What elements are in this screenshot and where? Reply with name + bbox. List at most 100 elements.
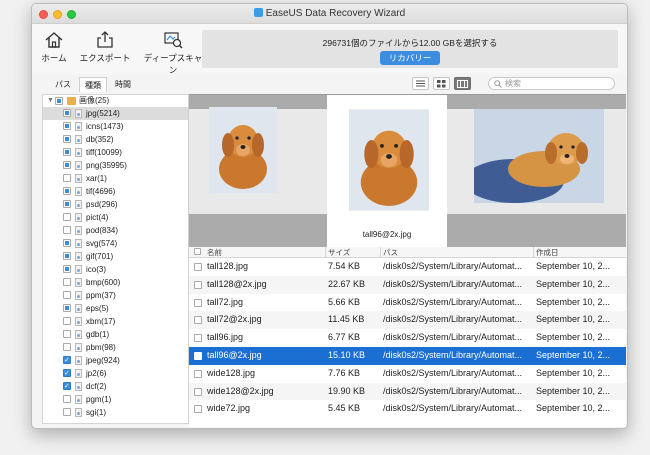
recover-button[interactable]: リカバリー bbox=[380, 51, 440, 65]
filmstrip-view-button[interactable] bbox=[454, 77, 471, 90]
table-row[interactable]: tall72.jpg 5.66 KB/disk0s2/System/Library… bbox=[189, 294, 626, 312]
file-type-tree: ▼ 画像(25) jpg(5214) icns(1473) db(352) tiff(… bbox=[42, 94, 189, 424]
column-header-path[interactable]: パス bbox=[383, 247, 533, 258]
row-checkbox[interactable] bbox=[194, 387, 202, 396]
table-row[interactable]: tall72@2x.jpg 11.45 KB/disk0s2/System/Lib… bbox=[189, 311, 626, 330]
list-view-button[interactable] bbox=[412, 77, 429, 90]
tree-item[interactable]: tiff(10099) bbox=[43, 146, 188, 159]
tree-item-checkbox[interactable] bbox=[63, 226, 71, 234]
tree-item[interactable]: sgi(1) bbox=[43, 406, 188, 419]
tree-item-label: jpeg(924) bbox=[86, 356, 120, 365]
tab-type[interactable]: 種類 bbox=[79, 77, 107, 92]
home-button[interactable]: ホーム bbox=[38, 30, 70, 64]
image-file-icon bbox=[75, 161, 82, 170]
tree-item[interactable]: gif(701) bbox=[43, 250, 188, 263]
table-row[interactable]: wide128.jpg 7.76 KB/disk0s2/System/Librar… bbox=[189, 365, 626, 383]
tree-item[interactable]: eps(5) bbox=[43, 302, 188, 315]
deep-scan-button[interactable]: ディープスキャン bbox=[140, 30, 206, 76]
tree-item-label: dcf(2) bbox=[86, 382, 107, 391]
tree-item-checkbox[interactable] bbox=[63, 354, 71, 367]
tree-item[interactable]: pbm(98) bbox=[43, 341, 188, 354]
row-checkbox[interactable] bbox=[194, 405, 202, 414]
tree-item[interactable]: ppm(37) bbox=[43, 289, 188, 302]
tree-item-checkbox[interactable] bbox=[63, 161, 71, 169]
tree-item-checkbox[interactable] bbox=[63, 380, 71, 393]
export-button[interactable]: エクスポート bbox=[78, 30, 132, 64]
table-row[interactable]: wide128@2x.jpg 19.90 KB/disk0s2/System/Li… bbox=[189, 382, 626, 401]
export-label: エクスポート bbox=[79, 53, 131, 63]
tree-item-label: pgm(1) bbox=[86, 395, 112, 404]
tree-item[interactable]: ico(3) bbox=[43, 263, 188, 276]
row-checkbox[interactable] bbox=[194, 351, 202, 360]
tree-item[interactable]: tif(4696) bbox=[43, 185, 188, 198]
tree-item[interactable]: xbm(17) bbox=[43, 315, 188, 328]
thumbnail-tall128[interactable] bbox=[209, 107, 277, 193]
tree-item[interactable]: bmp(600) bbox=[43, 276, 188, 289]
tab-time[interactable]: 時間 bbox=[110, 77, 136, 92]
tree-item-checkbox[interactable] bbox=[63, 367, 71, 380]
table-row[interactable]: tall128@2x.jpg 22.67 KB/disk0s2/System/Li… bbox=[189, 275, 626, 294]
tree-item[interactable]: psd(296) bbox=[43, 198, 188, 211]
column-header-size[interactable]: サイズ bbox=[328, 247, 380, 258]
tree-item-checkbox[interactable] bbox=[63, 291, 71, 299]
tree-item-checkbox[interactable] bbox=[63, 278, 71, 286]
row-checkbox[interactable] bbox=[194, 263, 202, 271]
column-header-created[interactable]: 作成日 bbox=[536, 247, 624, 258]
table-row[interactable]: tall128.jpg 7.54 KB/disk0s2/System/Librar… bbox=[189, 258, 626, 276]
tree-item-checkbox[interactable] bbox=[63, 304, 71, 312]
tree-item[interactable]: dcf(2) bbox=[43, 380, 188, 393]
tree-item-checkbox[interactable] bbox=[63, 122, 71, 130]
tree-item-checkbox[interactable] bbox=[63, 343, 71, 351]
table-row[interactable]: tall96.jpg 6.77 KB/disk0s2/System/Library… bbox=[189, 329, 626, 347]
row-checkbox[interactable] bbox=[194, 334, 202, 343]
tree-root-images[interactable]: ▼ 画像(25) bbox=[43, 95, 188, 107]
tree-item-checkbox[interactable] bbox=[63, 408, 71, 416]
app-window: EaseUS Data Recovery Wizard ホーム エクスポート デ… bbox=[31, 3, 628, 429]
row-checkbox[interactable] bbox=[194, 298, 202, 307]
tree-item[interactable]: png(35995) bbox=[43, 159, 188, 172]
thumbnail-wide128[interactable] bbox=[474, 109, 604, 203]
table-row[interactable]: tall96@2x.jpg 15.10 KB/disk0s2/System/Lib… bbox=[189, 346, 626, 365]
cell-name: tall72.jpg bbox=[207, 296, 244, 307]
tree-item[interactable]: pict(4) bbox=[43, 211, 188, 224]
tree-item-checkbox[interactable] bbox=[63, 174, 71, 182]
grid-view-button[interactable] bbox=[433, 77, 450, 90]
tree-item[interactable]: jpeg(924) bbox=[43, 354, 188, 367]
tree-item[interactable]: pgm(1) bbox=[43, 393, 188, 406]
tree-item-checkbox[interactable] bbox=[63, 265, 71, 273]
row-checkbox[interactable] bbox=[194, 280, 202, 289]
tab-path[interactable]: パス bbox=[50, 77, 76, 92]
selected-thumbnail[interactable]: tall96@2x.jpg bbox=[327, 95, 447, 247]
row-checkbox[interactable] bbox=[194, 369, 202, 378]
tree-item[interactable]: gdb(1) bbox=[43, 328, 188, 341]
tree-item-checkbox[interactable] bbox=[63, 187, 71, 195]
column-header-name[interactable]: 名前 bbox=[207, 247, 325, 258]
tree-root-checkbox[interactable] bbox=[55, 97, 63, 105]
tree-item[interactable]: xar(1) bbox=[43, 172, 188, 185]
tree-item-checkbox[interactable] bbox=[63, 239, 71, 247]
row-checkbox[interactable] bbox=[194, 316, 202, 325]
disclosure-triangle-icon[interactable]: ▼ bbox=[47, 95, 54, 107]
tree-item[interactable]: icns(1473) bbox=[43, 120, 188, 133]
tree-item[interactable]: jp2(6) bbox=[43, 367, 188, 380]
tree-item[interactable]: svg(574) bbox=[43, 237, 188, 250]
tree-item-checkbox[interactable] bbox=[63, 109, 71, 117]
image-file-icon bbox=[75, 317, 82, 326]
column-divider bbox=[325, 247, 326, 258]
cell-path: /disk0s2/System/Library/Automat... bbox=[383, 403, 523, 414]
tree-item[interactable]: db(352) bbox=[43, 133, 188, 146]
tree-item-checkbox[interactable] bbox=[63, 213, 71, 221]
tree-item-checkbox[interactable] bbox=[63, 317, 71, 325]
tree-item-checkbox[interactable] bbox=[63, 148, 71, 156]
table-row[interactable]: wide72.jpg 5.45 KB/disk0s2/System/Library… bbox=[189, 400, 626, 418]
search-field[interactable]: 検索 bbox=[488, 77, 615, 90]
tree-item-checkbox[interactable] bbox=[63, 200, 71, 208]
image-file-icon bbox=[75, 369, 82, 378]
tree-item-checkbox[interactable] bbox=[63, 395, 71, 403]
tree-item[interactable]: pod(834) bbox=[43, 224, 188, 237]
select-all-checkbox[interactable] bbox=[194, 248, 201, 255]
tree-item[interactable]: jpg(5214) bbox=[43, 107, 188, 120]
tree-item-checkbox[interactable] bbox=[63, 252, 71, 260]
tree-item-checkbox[interactable] bbox=[63, 330, 71, 338]
tree-item-checkbox[interactable] bbox=[63, 135, 71, 143]
